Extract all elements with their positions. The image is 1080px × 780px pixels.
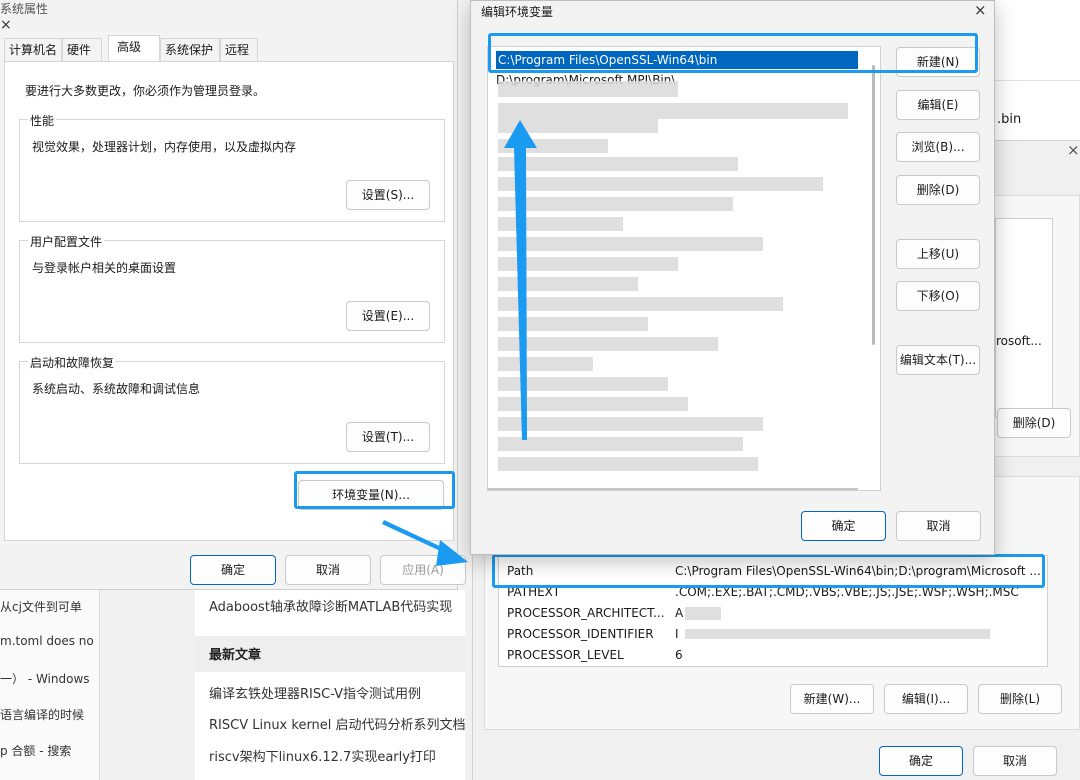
arrow-up-head	[504, 120, 537, 148]
arrow-right-head	[436, 540, 468, 566]
annotation-arrows	[382, 120, 537, 566]
arrow-up-shaft	[514, 148, 527, 440]
arrow-right-shaft	[382, 520, 448, 554]
